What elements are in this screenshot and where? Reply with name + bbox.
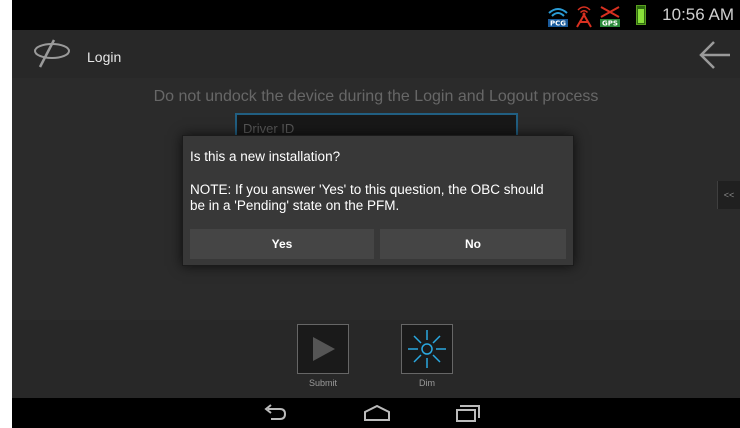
dim-brightness-icon <box>408 330 446 368</box>
submit-label: Submit <box>308 378 337 388</box>
gps-off-icon: GPS <box>600 6 620 28</box>
status-bar: PCG GPS 10:56 AM <box>12 0 740 30</box>
svg-text:PCG: PCG <box>550 20 566 28</box>
app-logo-icon <box>34 39 70 68</box>
pcg-wifi-icon: PCG <box>548 8 568 28</box>
dialog-title: Is this a new installation? <box>190 149 341 164</box>
yes-button[interactable]: Yes <box>190 229 374 259</box>
system-nav-bar <box>12 398 740 428</box>
back-arrow-icon[interactable] <box>698 40 732 70</box>
status-icons: PCG GPS <box>546 3 622 29</box>
svg-text:GPS: GPS <box>602 20 618 28</box>
nav-recents-icon[interactable] <box>455 403 481 423</box>
dialog-message: NOTE: If you answer 'Yes' to this questi… <box>190 182 544 213</box>
nav-back-icon[interactable] <box>263 404 287 422</box>
bottom-button-bar: Submit Dim <box>12 320 740 398</box>
action-bar: Login <box>12 30 740 78</box>
new-installation-dialog: Is this a new installation? NOTE: If you… <box>182 135 574 266</box>
device-screen: PCG GPS 10:56 AM Login Do not undock the… <box>12 0 740 428</box>
submit-button[interactable] <box>297 324 349 374</box>
battery-icon <box>636 5 646 25</box>
play-icon <box>313 337 335 361</box>
dim-button[interactable] <box>401 324 453 374</box>
nav-home-icon[interactable] <box>363 404 391 422</box>
clock: 10:56 AM <box>662 5 734 24</box>
dim-label: Dim <box>419 378 435 388</box>
page-title: Login <box>87 49 122 65</box>
gps-signal-icon <box>576 6 592 28</box>
no-button[interactable]: No <box>380 229 566 259</box>
